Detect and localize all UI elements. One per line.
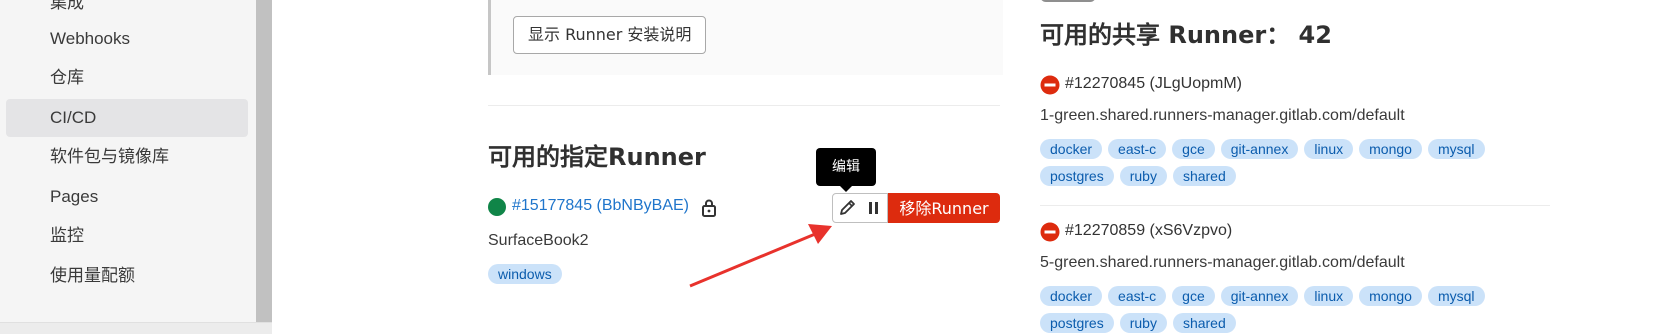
runner-tag: windows: [488, 264, 562, 284]
shared-runners-title: 可用的共享 Runner： 42: [1040, 21, 1332, 49]
remove-runner-button[interactable]: 移除Runner: [888, 193, 1000, 223]
runner-tags: windows: [488, 264, 568, 284]
runners-settings-page: 集成 Webhooks 仓库 CI/CD 软件包与镜像库 Pages 监控 使用…: [0, 0, 1653, 334]
runner-tag: git-annex: [1220, 286, 1299, 306]
paused-status-icon: [1040, 222, 1060, 242]
runner-tag: ruby: [1119, 313, 1167, 333]
section-divider: [488, 105, 1000, 106]
pause-runner-button[interactable]: [861, 193, 888, 223]
runner-tag: linux: [1304, 286, 1354, 306]
sidebar-item-label: 监控: [50, 226, 84, 245]
sidebar-item-label: 软件包与镜像库: [50, 147, 169, 166]
shared-runner-divider: [1040, 205, 1550, 206]
shared-runner-description: 5-green.shared.runners-manager.gitlab.co…: [1040, 254, 1405, 271]
runner-id-link[interactable]: #15177845 (BbNByBAE): [512, 197, 689, 215]
runner-tag: gce: [1172, 139, 1215, 159]
shared-runner-tags: docker east-c gce git-annex linux mongo mysql: [1040, 139, 1491, 159]
sidebar-item-webhooks[interactable]: Webhooks: [6, 20, 248, 58]
runner-tag: east-c: [1108, 286, 1167, 306]
sidebar-item-usage-quotas[interactable]: 使用量配额: [6, 257, 248, 295]
sidebar-scrollbar[interactable]: [256, 0, 272, 322]
shared-runner-tags: docker east-c gce git-annex linux mongo mysql: [1040, 286, 1491, 306]
show-runner-install-button[interactable]: 显示 Runner 安装说明: [513, 16, 707, 54]
runner-description: SurfaceBook2: [488, 232, 589, 249]
runner-tag: east-c: [1108, 139, 1167, 159]
sidebar-item-repository[interactable]: 仓库: [6, 59, 248, 97]
edit-tooltip: 编辑: [816, 148, 876, 186]
sidebar-item-label: Pages: [50, 187, 99, 206]
sidebar-item-label: 使用量配额: [50, 266, 135, 285]
runner-tag: postgres: [1040, 313, 1114, 333]
runner-tag: linux: [1304, 139, 1354, 159]
runner-tag: shared: [1172, 313, 1236, 333]
runner-tag: docker: [1040, 286, 1103, 306]
sidebar-item-label: 集成: [50, 0, 84, 12]
sidebar-item-label: Webhooks: [50, 29, 131, 48]
sidebar-item-label: 仓库: [50, 68, 84, 87]
runner-tag: docker: [1040, 139, 1103, 159]
runner-tag: ruby: [1119, 166, 1167, 186]
shared-runner-tags-row2: postgres ruby shared: [1040, 313, 1242, 333]
sidebar-footer: [0, 322, 272, 334]
runner-tag: postgres: [1040, 166, 1114, 186]
shared-runner-description: 1-green.shared.runners-manager.gitlab.co…: [1040, 107, 1405, 124]
runner-tag: mysql: [1427, 139, 1485, 159]
sidebar-item-integrations[interactable]: 集成: [6, 0, 248, 22]
sidebar: 集成 Webhooks 仓库 CI/CD 软件包与镜像库 Pages 监控 使用…: [0, 0, 256, 334]
sidebar-item-cicd[interactable]: CI/CD: [6, 99, 248, 137]
runner-tag: mongo: [1359, 139, 1422, 159]
annotation-arrow-icon: [689, 224, 832, 288]
runner-tag: git-annex: [1220, 139, 1299, 159]
sidebar-item-packages-registries[interactable]: 软件包与镜像库: [6, 138, 248, 176]
pause-icon: [869, 202, 878, 214]
sidebar-item-label: CI/CD: [50, 108, 97, 127]
top-badge: [1040, 0, 1096, 2]
shared-runner-id: #12270859 (xS6Vzpvo): [1065, 222, 1233, 239]
paused-status-icon: [1040, 75, 1060, 95]
runner-online-status-icon: [488, 198, 506, 216]
runner-tag: mongo: [1359, 286, 1422, 306]
runner-tag: shared: [1172, 166, 1236, 186]
shared-runner-id: #12270845 (JLgUopmM): [1065, 75, 1242, 92]
specific-runners-title: 可用的指定Runner: [488, 143, 706, 171]
sidebar-item-monitor[interactable]: 监控: [6, 217, 248, 255]
sidebar-item-pages[interactable]: Pages: [6, 178, 248, 216]
shared-runner-tags-row2: postgres ruby shared: [1040, 166, 1242, 186]
runner-tag: gce: [1172, 286, 1215, 306]
tooltip-arrow: [840, 186, 852, 192]
runner-tag: mysql: [1427, 286, 1485, 306]
